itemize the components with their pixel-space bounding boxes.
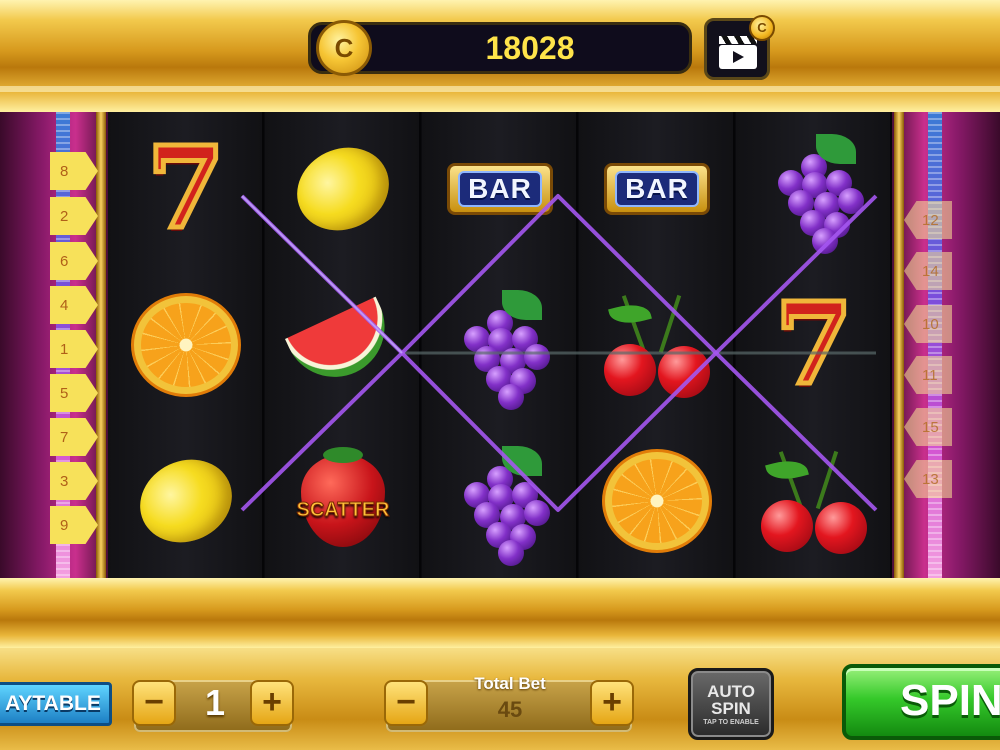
symbol-lemon: [265, 112, 421, 266]
symbol-grapes: [422, 268, 578, 422]
paytable-button[interactable]: AYTABLE: [0, 682, 112, 726]
grapes-icon: [450, 290, 550, 410]
symbol-lemon: [108, 424, 264, 578]
gold-rail: [894, 112, 904, 578]
reel-5: 7: [736, 112, 892, 578]
auto-spin-button[interactable]: AUTO SPIN TAP TO ENABLE: [688, 668, 774, 740]
cherry: [761, 500, 813, 552]
total-bet-value: 45: [497, 697, 523, 722]
auto-spin-label: SPIN: [711, 699, 751, 718]
bar-label: BAR: [615, 171, 699, 207]
bar-label: BAR: [458, 171, 542, 207]
symbol-cherries: [579, 268, 735, 422]
cherries-icon: [602, 290, 712, 400]
symbol-grapes: [736, 112, 892, 266]
grape-berry: [498, 384, 524, 410]
coin-icon: C: [749, 15, 775, 41]
cherry: [604, 344, 656, 396]
reel-4: BAR: [579, 112, 735, 578]
lines-value: 1: [204, 682, 226, 723]
leaf-icon: [608, 299, 652, 329]
reel-2: SCATTER: [265, 112, 421, 578]
symbol-seven: 7: [108, 112, 264, 266]
reel-1: 7: [108, 112, 264, 578]
seven-glyph: 7: [773, 279, 856, 410]
leaf-icon: [765, 455, 809, 485]
grape-berry: [498, 540, 524, 566]
symbol-bar: BAR: [422, 112, 578, 266]
bottom-frame: [0, 578, 1000, 648]
cherry-stem: [815, 450, 839, 510]
scatter-label: SCATTER: [296, 498, 390, 521]
reel-3: BAR: [422, 112, 578, 578]
grape-berry: [524, 500, 550, 526]
cherry-stem: [658, 294, 682, 354]
grapes-icon: [450, 446, 550, 566]
grape-berry: [812, 228, 838, 254]
bar-icon: BAR: [604, 163, 710, 215]
strawberry-icon: SCATTER: [283, 447, 403, 551]
total-bet-label: Total Bet: [474, 674, 546, 693]
symbol-grapes: [422, 424, 578, 578]
bar-icon: BAR: [447, 163, 553, 215]
coin-icon: C: [316, 20, 372, 76]
symbol-orange: [579, 424, 735, 578]
cherry: [658, 346, 710, 398]
cherry: [815, 502, 867, 554]
video-clapper-icon: [719, 36, 757, 69]
gold-rail: [96, 112, 106, 578]
reel-area: 7 SCATTER BAR BAR 7: [108, 112, 892, 578]
auto-spin-label: AUTO: [707, 682, 755, 701]
symbol-bar: BAR: [579, 112, 735, 266]
symbol-seven: 7: [736, 268, 892, 422]
symbol-scatter: SCATTER: [265, 424, 421, 578]
cherries-icon: [759, 446, 869, 556]
spin-button[interactable]: SPIN: [842, 664, 1000, 740]
video-bonus-button[interactable]: C: [704, 15, 775, 80]
orange-icon: [605, 452, 709, 550]
light-meter: [928, 112, 942, 578]
symbol-orange: [108, 268, 264, 422]
lines-plus-button[interactable]: +: [250, 680, 294, 726]
lines-minus-button[interactable]: −: [132, 680, 176, 726]
grapes-icon: [764, 134, 864, 254]
right-pillar: [892, 112, 1000, 578]
bet-minus-button[interactable]: −: [384, 680, 428, 726]
orange-icon: [134, 296, 238, 394]
seven-glyph: 7: [145, 123, 228, 254]
lemon-icon: [283, 132, 403, 246]
grape-berry: [524, 344, 550, 370]
watermelon-icon: [285, 296, 401, 394]
balance-value: 18028: [485, 30, 575, 66]
bet-plus-button[interactable]: +: [590, 680, 634, 726]
symbol-watermelon: [265, 268, 421, 422]
symbol-cherries: [736, 424, 892, 578]
grape-berry: [838, 188, 864, 214]
lemon-icon: [126, 444, 246, 558]
auto-spin-hint: TAP TO ENABLE: [703, 719, 759, 726]
